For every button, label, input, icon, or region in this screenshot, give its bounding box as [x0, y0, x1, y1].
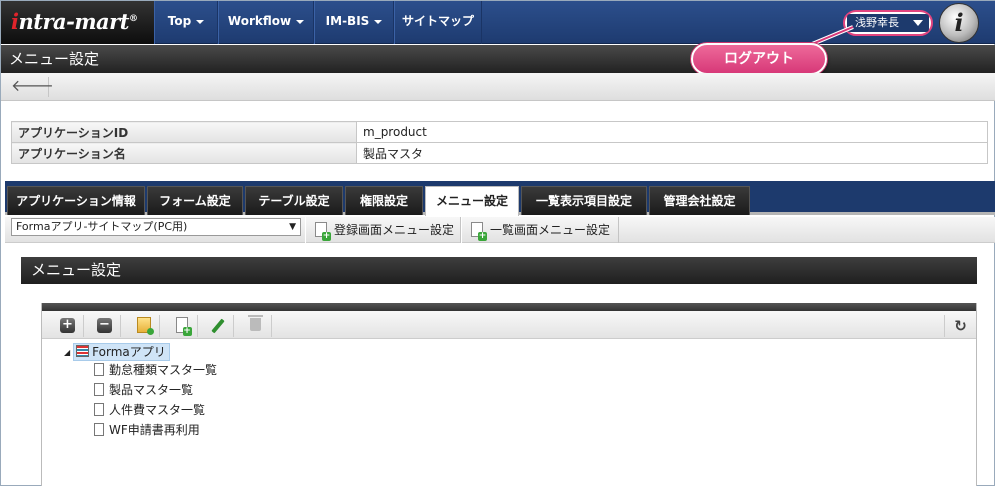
- add-folder-button[interactable]: [128, 315, 160, 337]
- application-icon: [76, 345, 90, 357]
- chevron-down-icon: [196, 19, 205, 24]
- page-icon: [94, 423, 104, 436]
- app-id-label: アプリケーションID: [11, 121, 357, 143]
- plus-icon: +: [60, 318, 75, 333]
- add-page-button[interactable]: [166, 315, 198, 337]
- tree-leaf-item[interactable]: 人件費マスタ一覧: [94, 402, 205, 418]
- dropdown-arrow-icon: ▼: [289, 222, 296, 232]
- caret-down-icon: [913, 20, 923, 26]
- minus-icon: −: [97, 318, 112, 333]
- nav-sitemap[interactable]: サイトマップ: [394, 1, 482, 44]
- menu-type-selected: Formaアプリ-サイトマップ(PC用): [16, 220, 188, 233]
- list-screen-menu-button[interactable]: 一覧画面メニュー設定: [461, 217, 619, 243]
- tab-form-settings[interactable]: フォーム設定: [147, 186, 243, 215]
- collapse-triangle-icon[interactable]: ◢: [64, 345, 70, 361]
- app-id-value: m_product: [356, 121, 988, 143]
- expand-all-button[interactable]: +: [52, 315, 84, 337]
- tree-leaf-item[interactable]: WF申請書再利用: [94, 422, 200, 438]
- delete-button[interactable]: [240, 315, 272, 337]
- edit-icon: [210, 318, 225, 334]
- section-title: メニュー設定: [31, 261, 122, 279]
- application-info-table: アプリケーションID m_product アプリケーション名 製品マスタ: [11, 121, 988, 164]
- tab-menu-settings[interactable]: メニュー設定: [425, 186, 519, 216]
- info-icon[interactable]: i: [939, 3, 979, 43]
- user-name: 浅野幸長: [855, 16, 899, 29]
- table-row: アプリケーション名 製品マスタ: [11, 142, 988, 164]
- back-button[interactable]: 🡐: [11, 77, 54, 97]
- add-page-icon: [315, 222, 331, 241]
- edit-button[interactable]: [202, 315, 234, 337]
- register-screen-menu-button[interactable]: 登録画面メニュー設定: [305, 217, 461, 243]
- tab-permission-settings[interactable]: 権限設定: [345, 186, 423, 215]
- page-icon: [94, 363, 104, 376]
- logout-label: ログアウト: [724, 51, 794, 67]
- tree-toolbar: + − ↻: [42, 311, 976, 339]
- logout-callout: ログアウト: [691, 43, 827, 75]
- arrow-left-icon: 🡐: [11, 76, 54, 95]
- chevron-down-icon: [296, 19, 305, 24]
- menu-sub-toolbar: Formaアプリ-サイトマップ(PC用) ▼ 登録画面メニュー設定 一覧画面メニ…: [5, 217, 995, 243]
- nav-top[interactable]: Top: [154, 1, 218, 44]
- logo-name: ntra-mart: [18, 9, 129, 34]
- menu-type-select[interactable]: Formaアプリ-サイトマップ(PC用) ▼: [11, 218, 301, 236]
- tree-root-node[interactable]: ◢ Formaアプリ: [64, 343, 170, 361]
- app-name-value: 製品マスタ: [356, 142, 988, 164]
- trash-icon: [248, 315, 263, 331]
- table-row: アプリケーションID m_product: [11, 121, 988, 143]
- chevron-down-icon: [374, 19, 383, 24]
- tab-list-display-settings[interactable]: 一覧表示項目設定: [521, 186, 647, 215]
- settings-tab-strip: アプリケーション情報 フォーム設定 テーブル設定 権限設定 メニュー設定 一覧表…: [5, 181, 995, 216]
- refresh-icon: ↻: [954, 317, 967, 335]
- add-page-icon: [175, 317, 192, 336]
- nav-workflow[interactable]: Workflow: [218, 1, 314, 44]
- nav-im-bis[interactable]: IM-BIS: [314, 1, 394, 44]
- tree-panel-header: [42, 303, 976, 311]
- tab-managing-company-settings[interactable]: 管理会社設定: [649, 186, 750, 215]
- page-icon: [94, 403, 104, 416]
- tree-leaf-item[interactable]: 勤怠種類マスタ一覧: [94, 362, 217, 378]
- add-page-icon: [471, 222, 487, 241]
- back-toolbar: 🡐: [1, 73, 995, 101]
- tree-root-label-box: Formaアプリ: [73, 343, 170, 361]
- page-title: メニュー設定: [9, 50, 100, 68]
- logo-text: intra-mart®: [11, 9, 138, 34]
- page-icon: [94, 383, 104, 396]
- menu-tree-panel: + − ↻ ◢ Formaアプリ 勤怠種類マスタ一覧 製品マスタ一覧 人件費マスタ…: [41, 303, 977, 486]
- tree-root-label: Formaアプリ: [92, 345, 166, 359]
- add-folder-icon: [136, 317, 154, 335]
- refresh-button[interactable]: ↻: [944, 315, 976, 337]
- section-header: メニュー設定: [21, 257, 977, 284]
- tab-application-info[interactable]: アプリケーション情報: [7, 186, 145, 215]
- collapse-all-button[interactable]: −: [89, 315, 121, 337]
- intra-mart-logo[interactable]: intra-mart®: [1, 1, 154, 44]
- app-name-label: アプリケーション名: [11, 142, 357, 164]
- tab-table-settings[interactable]: テーブル設定: [245, 186, 343, 215]
- tree-leaf-item[interactable]: 製品マスタ一覧: [94, 382, 193, 398]
